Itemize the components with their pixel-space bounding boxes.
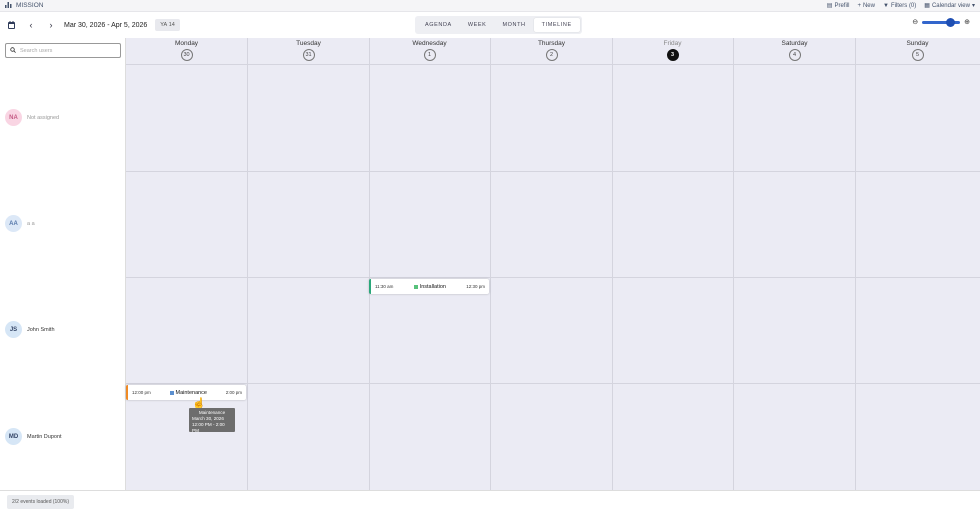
day-header: Monday 30 [126,38,247,64]
chevron-left-icon: ‹ [29,20,33,30]
day-header: Saturday 4 [734,38,855,64]
zoom-slider-knob[interactable] [946,17,956,27]
filter-icon: ▼ [882,2,889,9]
bar-chart-icon [5,1,12,10]
event-end-time: 2:00 pm [225,390,242,395]
user-row-a-a[interactable]: AA a a [0,215,126,232]
user-name: Not assigned [27,114,60,121]
search-users-placeholder: Search users [20,47,53,54]
column-divider [733,38,734,490]
app-brand: MISSION [5,1,44,10]
day-header: Tuesday 31 [248,38,369,64]
column-divider [369,38,370,490]
zoom-slider[interactable] [922,17,961,27]
user-list: NA Not assigned AA a a JS John Smith MD … [0,64,126,490]
tab-agenda[interactable]: AGENDA [417,18,460,32]
row-divider [0,64,980,65]
user-name: John Smith [27,326,55,333]
row-divider [0,171,980,172]
prefill-button[interactable]: ▤ Prefill [826,2,850,10]
column-divider [612,38,613,490]
event-color-square [169,390,174,395]
avatar: NA [5,109,22,126]
row-divider [0,383,980,384]
user-name: a a [27,220,35,227]
avatar: MD [5,428,22,445]
calendar-view-dropdown[interactable]: ▦ Calendar view ▾ [924,2,975,10]
day-header: Thursday 2 [491,38,612,64]
previous-week-button[interactable]: ‹ [24,18,38,32]
plus-icon: + [857,2,861,9]
avatar: JS [5,321,22,338]
event-end-time: 12:30 pm [466,284,485,289]
user-row-martin-dupont[interactable]: MD Martin Dupont [0,428,126,445]
date-range: Mar 30, 2026 - Apr 5, 2026 [64,21,148,29]
ya-badge[interactable]: YA 14 [155,19,180,31]
day-header: Sunday 5 [855,38,980,64]
sidebar-header: Search users [0,38,126,64]
tab-timeline[interactable]: TIMELINE [533,18,580,32]
tooltip-time: 12:00 PM - 2:00 PM [192,422,225,433]
search-users-field[interactable]: Search users [5,43,121,58]
chevron-down-icon: ▾ [971,3,975,9]
day-header-today: Friday 3 [612,38,733,64]
event-start-time: 11:30 am [375,284,394,289]
tab-week[interactable]: WEEK [460,18,495,32]
event-start-time: 12:00 pm [132,390,151,395]
event-title: Installation [413,284,446,290]
document-icon: ▤ [826,3,833,9]
event-title: Maintenance [169,390,207,396]
zoom-out-icon[interactable]: ⊖ [912,18,918,26]
event-tooltip: Maintenance March 30, 2026 12:00 PM - 2:… [189,408,235,433]
user-row-not-assigned[interactable]: NA Not assigned [0,109,126,126]
zoom-control: ⊖ ⊕ [912,17,970,27]
search-icon [10,46,16,55]
app-topbar: MISSION ▤ Prefill + New ▼ Filters (0) ▦ Cale… [0,0,980,12]
chevron-right-icon: › [49,20,53,30]
day-header: Wednesday 1 [369,38,490,64]
row-divider [0,277,980,278]
zoom-in-icon[interactable]: ⊕ [964,18,970,26]
column-divider [247,38,248,490]
app-title: MISSION [16,2,44,9]
view-tabs: AGENDA WEEK MONTH TIMELINE [415,16,582,34]
calendar-icon[interactable] [4,18,18,32]
tab-month[interactable]: MONTH [494,18,533,32]
filters-button[interactable]: ▼ Filters (0) [883,2,916,9]
column-divider [490,38,491,490]
calendar-toolbar: ‹ › Mar 30, 2026 - Apr 5, 2026 YA 14 AGE… [0,12,980,38]
next-week-button[interactable]: › [44,18,58,32]
events-loaded-status: 2/2 events loaded (100%) [7,495,74,509]
event-maintenance[interactable]: 12:00 pm Maintenance 2:00 pm [126,385,246,400]
user-row-john-smith[interactable]: JS John Smith [0,321,126,338]
avatar: AA [5,215,22,232]
event-installation[interactable]: 11:30 am Installation 12:30 pm [369,279,489,294]
status-footer: 2/2 events loaded (100%) [0,490,980,511]
timeline-grid: Monday 30 Tuesday 31 Wednesday 1 Thursda… [126,38,980,490]
user-name: Martin Dupont [27,433,62,440]
column-divider [855,38,856,490]
event-color-square [413,284,418,289]
calendar-icon: ▦ [924,3,930,9]
new-button[interactable]: + New [857,2,875,9]
